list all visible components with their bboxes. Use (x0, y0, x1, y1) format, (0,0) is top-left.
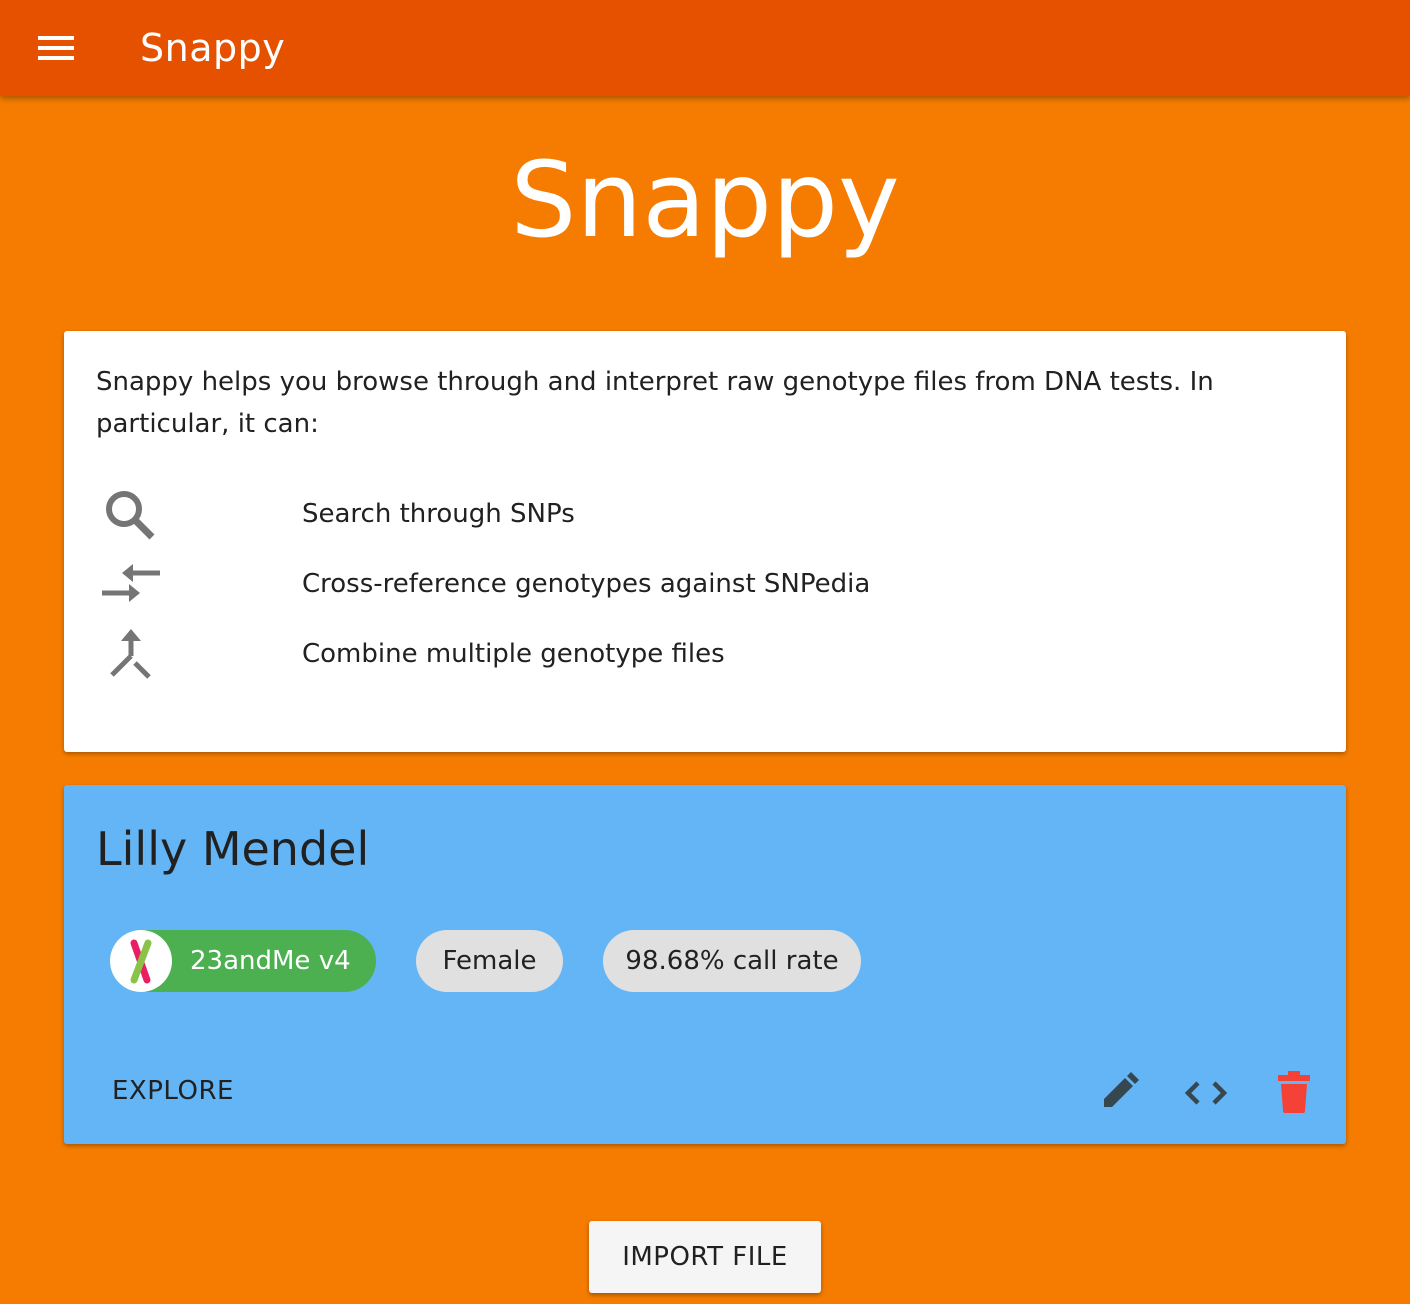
genome-card: Lilly Mendel 23andMe v4 Female 98.68% ca… (64, 785, 1346, 1144)
call-rate-chip: 98.68% call rate (603, 930, 861, 992)
feature-label: Combine multiple genotype files (302, 639, 725, 669)
menu-icon[interactable] (28, 26, 74, 70)
edit-icon[interactable] (1090, 1065, 1146, 1121)
intro-text: Snappy helps you browse through and inte… (96, 367, 1214, 439)
23andme-logo-icon (110, 930, 172, 992)
app-title: Snappy (140, 26, 286, 70)
import-file-button[interactable]: IMPORT FILE (589, 1221, 821, 1293)
intro-card: Snappy helps you browse through and inte… (64, 331, 1346, 752)
feature-item: Combine multiple genotype files (64, 624, 1346, 684)
merge-icon (100, 624, 160, 684)
sex-chip: Female (416, 930, 563, 992)
search-icon (100, 484, 160, 544)
feature-item: Search through SNPs (64, 484, 1346, 544)
feature-item: Cross-reference genotypes against SNPedi… (64, 554, 1346, 614)
source-chip: 23andMe v4 (110, 930, 376, 992)
source-label: 23andMe v4 (190, 946, 351, 976)
explore-button[interactable]: EXPLORE (96, 1063, 250, 1119)
app-bar: Snappy (0, 0, 1410, 96)
hero-title: Snappy (510, 139, 900, 261)
feature-label: Cross-reference genotypes against SNPedi… (302, 569, 871, 599)
delete-icon[interactable] (1266, 1065, 1322, 1121)
compare-arrows-icon (100, 554, 160, 614)
feature-label: Search through SNPs (302, 499, 575, 529)
genome-name: Lilly Mendel (96, 822, 370, 876)
code-icon[interactable] (1178, 1065, 1234, 1121)
